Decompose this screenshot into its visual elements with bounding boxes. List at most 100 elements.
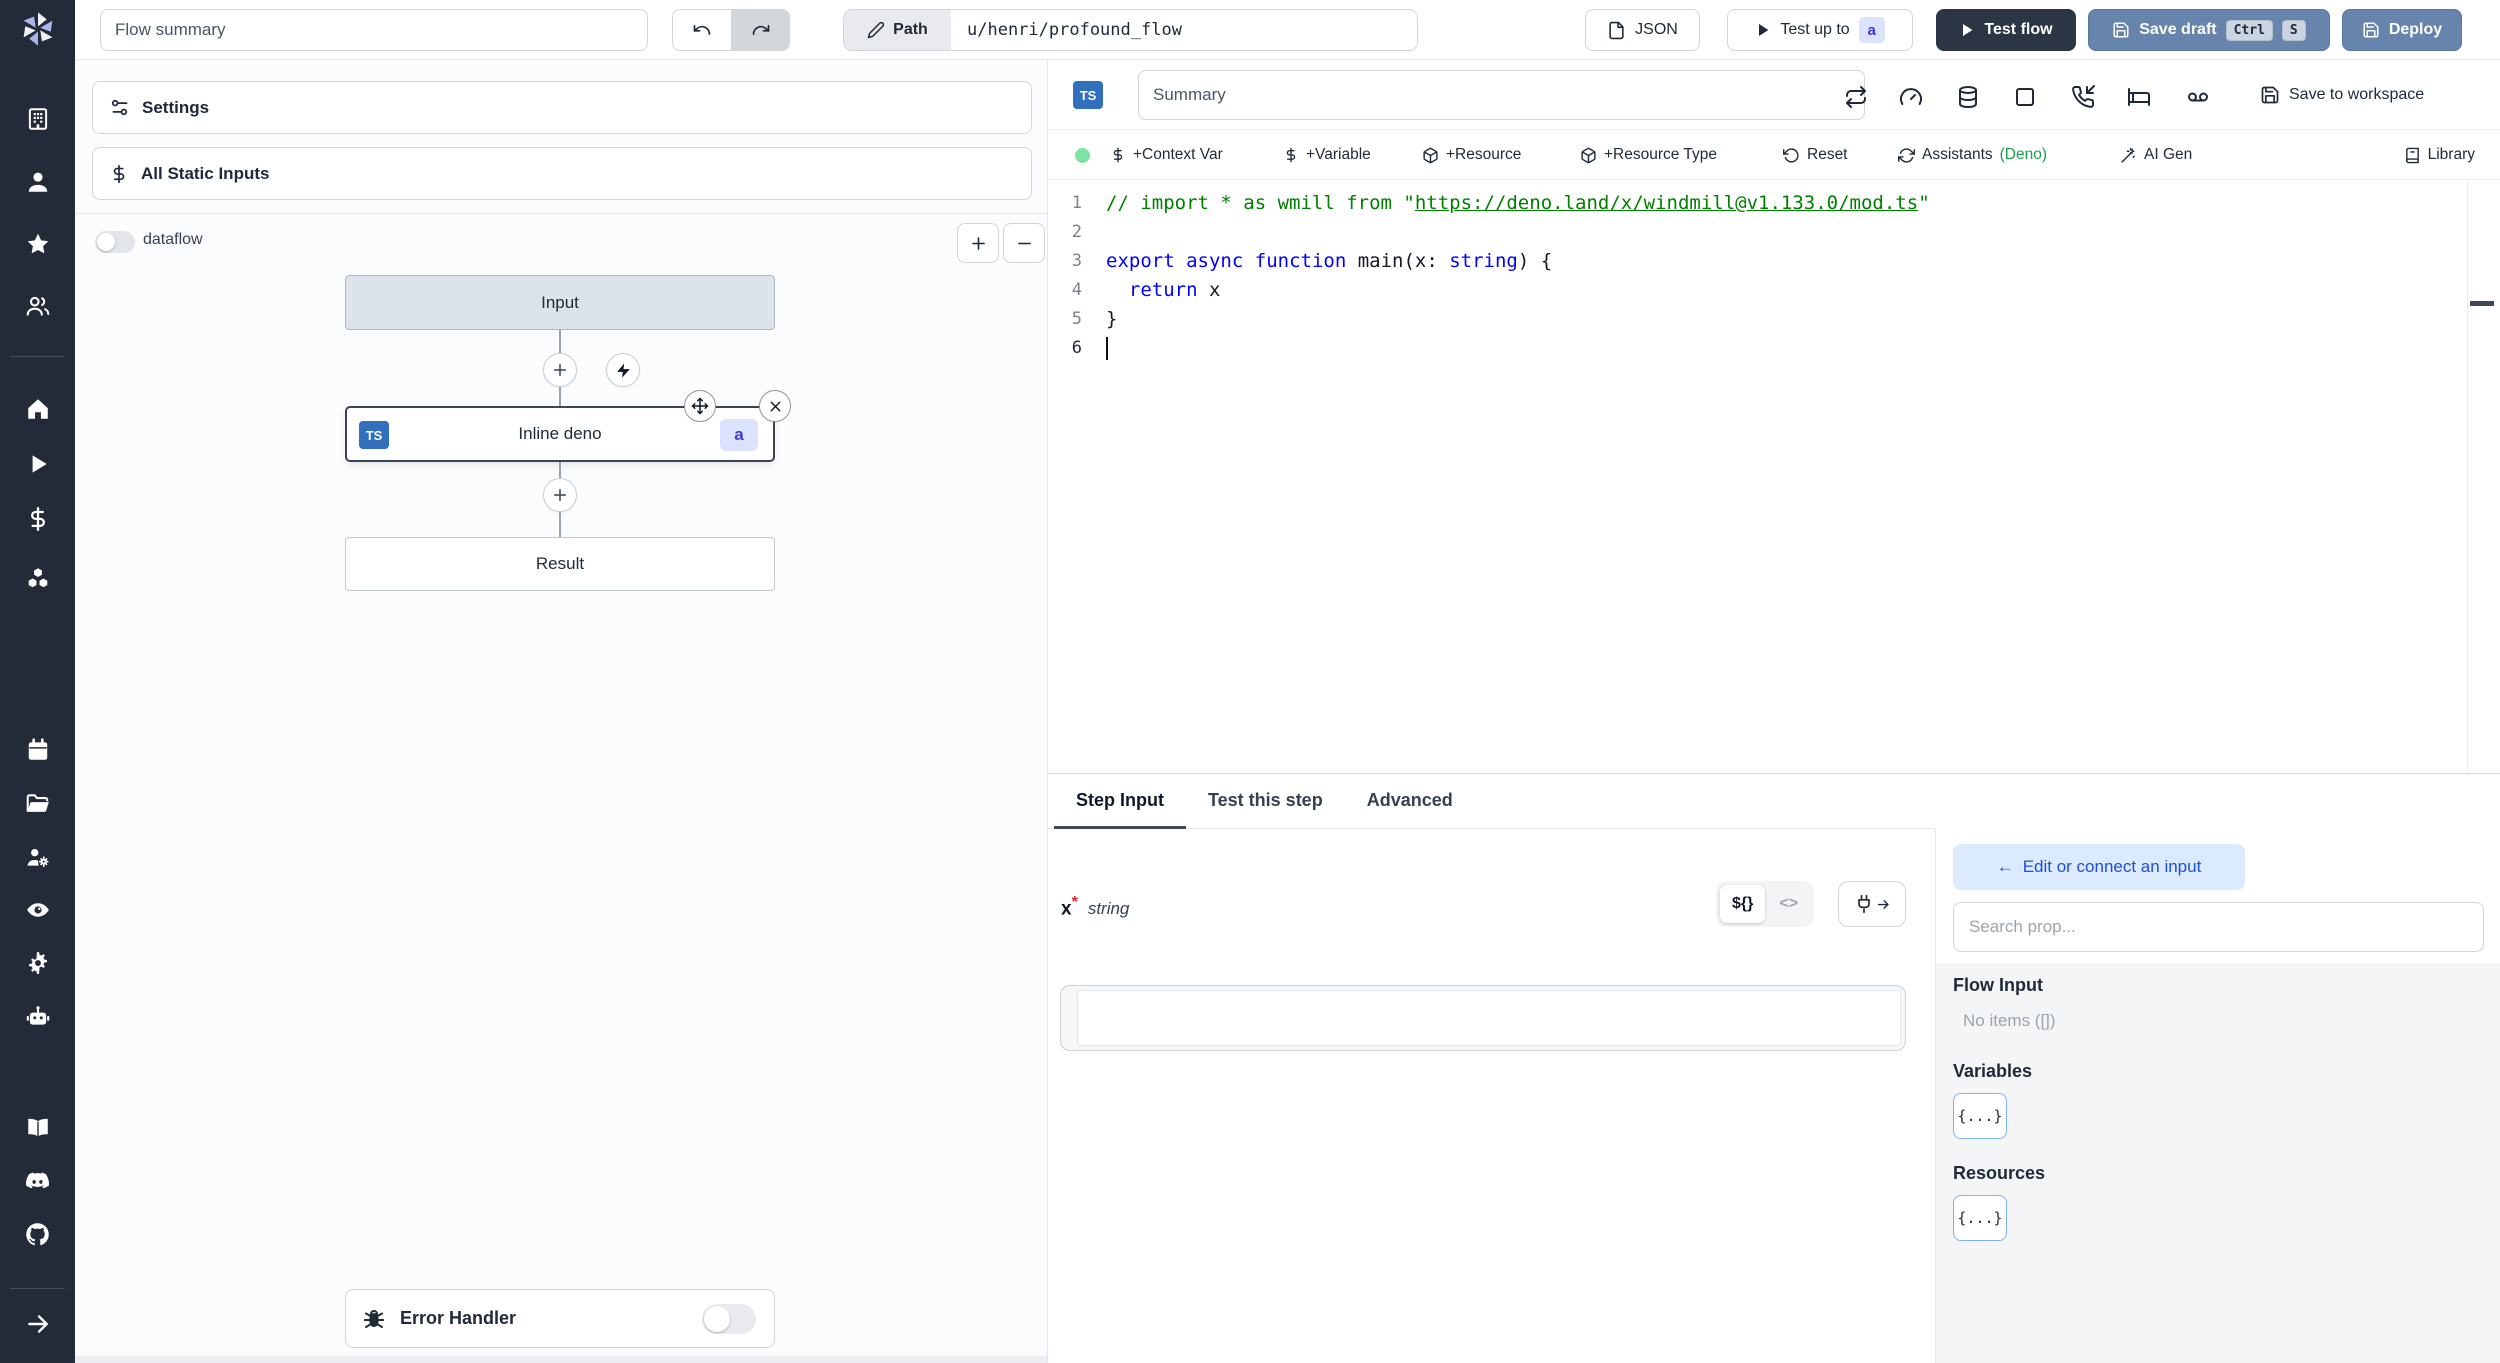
code-line[interactable]: 5}	[1048, 305, 2500, 334]
close-icon	[770, 401, 780, 411]
suspend-phone-incoming-icon[interactable]	[2071, 85, 2095, 109]
settings-gear-icon[interactable]	[24, 949, 51, 976]
resources-object-chip[interactable]: {...}	[1953, 1195, 2007, 1241]
save-draft-button[interactable]: Save draft Ctrl S	[2088, 9, 2330, 51]
kbd-ctrl: Ctrl	[2225, 19, 2273, 41]
workspace-building-icon[interactable]	[24, 105, 51, 132]
favorites-star-icon[interactable]	[24, 230, 51, 257]
library-button[interactable]: Library	[2404, 130, 2475, 180]
code-editor[interactable]: 1// import * as wmill from "https://deno…	[1048, 180, 2500, 773]
deploy-button[interactable]: Deploy	[2342, 9, 2462, 51]
concurrency-voicemail-icon[interactable]	[2186, 85, 2210, 109]
flow-input-node[interactable]: Input	[345, 275, 775, 330]
folders-icon[interactable]	[24, 790, 51, 817]
insert-step-button[interactable]	[543, 353, 577, 387]
tab-test-this-step[interactable]: Test this step	[1186, 774, 1345, 829]
mock-square-icon[interactable]	[2013, 85, 2037, 109]
insert-trigger-button[interactable]	[606, 353, 640, 387]
zoom-in-button[interactable]	[957, 223, 999, 263]
home-icon[interactable]	[24, 395, 51, 422]
json-button[interactable]: JSON	[1585, 9, 1700, 51]
user-icon[interactable]	[24, 168, 51, 195]
code-line[interactable]: 1// import * as wmill from "https://deno…	[1048, 189, 2500, 218]
groups-users-icon[interactable]	[24, 292, 51, 319]
code-line[interactable]: 2	[1048, 218, 2500, 247]
template-mode-button[interactable]: ${}	[1720, 885, 1766, 923]
back-arrow-icon: ←	[1996, 857, 2014, 876]
insert-step-button[interactable]	[543, 478, 577, 512]
step-summary-input[interactable]	[1138, 70, 1865, 120]
play-icon	[1963, 24, 1973, 36]
audit-logs-eye-icon[interactable]	[24, 896, 51, 923]
typescript-badge: TS	[1073, 81, 1103, 109]
save-to-workspace-button[interactable]: Save to workspace	[2260, 85, 2424, 105]
discord-icon[interactable]	[24, 1168, 51, 1195]
resources-section-title: Resources	[1953, 1163, 2046, 1183]
step-editor-header: TS Save	[1048, 60, 2500, 130]
sleep-bed-icon[interactable]	[2127, 85, 2151, 109]
test-flow-button[interactable]: Test flow	[1936, 9, 2076, 51]
path-label: Path	[893, 21, 928, 38]
search-prop-input[interactable]	[1953, 902, 2484, 952]
add-resource-type-button[interactable]: +Resource Type	[1580, 130, 1717, 180]
code-line[interactable]: 3 export async function main(x: string) {	[1048, 247, 2500, 276]
schedules-calendar-icon[interactable]	[24, 736, 51, 763]
all-static-inputs-button[interactable]: All Static Inputs	[92, 147, 1032, 200]
ai-gen-button[interactable]: AI Gen	[2120, 130, 2192, 180]
edit-or-connect-button[interactable]: ← Edit or connect an input	[1953, 844, 2245, 890]
move-step-button[interactable]	[684, 390, 716, 422]
connect-input-button[interactable]	[1838, 881, 1906, 927]
variables-object-chip[interactable]: {...}	[1953, 1093, 2007, 1139]
tab-advanced[interactable]: Advanced	[1345, 774, 1475, 829]
field-value-input[interactable]	[1078, 991, 1900, 1045]
field-value-container	[1060, 985, 1906, 1051]
early-stop-gauge-icon[interactable]	[1899, 85, 1923, 109]
resources-cubes-icon[interactable]	[24, 564, 51, 591]
undo-button[interactable]	[673, 10, 731, 50]
flow-edge	[559, 330, 561, 353]
editor-cursor-marker	[2470, 301, 2494, 306]
expand-sidebar-arrow-icon[interactable]	[24, 1310, 51, 1337]
zoom-out-button[interactable]	[1003, 223, 1045, 263]
ai-robot-icon[interactable]	[24, 1003, 51, 1030]
cache-database-icon[interactable]	[1956, 85, 1980, 109]
assistants-button[interactable]: Assistants (Deno)	[1898, 130, 2047, 180]
add-context-var-button[interactable]: +Context Var	[1110, 130, 1223, 180]
flow-settings-button[interactable]: Settings	[92, 81, 1032, 134]
add-resource-button[interactable]: +Resource	[1422, 130, 1521, 180]
workers-users-cog-icon[interactable]	[24, 843, 51, 870]
redo-button[interactable]	[731, 10, 789, 50]
windmill-logo-icon[interactable]	[17, 8, 59, 50]
kbd-s: S	[2281, 19, 2306, 41]
path-input[interactable]	[951, 10, 1417, 50]
add-resource-type-label: +Resource Type	[1604, 146, 1718, 163]
dataflow-toggle[interactable]	[95, 231, 135, 253]
docs-book-icon[interactable]	[24, 1114, 51, 1141]
topbar: Path JSON Test up to a Test flow Save dr…	[75, 0, 2500, 60]
github-icon[interactable]	[24, 1221, 51, 1248]
runs-play-icon[interactable]	[24, 450, 51, 477]
input-mode-toggle: ${} <>	[1716, 881, 1815, 927]
test-up-to-button[interactable]: Test up to a	[1727, 9, 1913, 51]
flow-summary-input[interactable]	[100, 9, 648, 51]
edit-path-button[interactable]: Path	[844, 10, 951, 50]
assistants-lang-label: (Deno)	[1999, 146, 2048, 163]
editor-toolbar: +Context Var +Variable +Resource +Resour…	[1048, 130, 2500, 180]
retries-repeat-icon[interactable]	[1844, 85, 1868, 109]
add-variable-button[interactable]: +Variable	[1283, 130, 1371, 180]
arrow-right-icon	[1877, 899, 1889, 909]
delete-step-button[interactable]	[759, 390, 791, 422]
error-handler-toggle[interactable]	[702, 1303, 756, 1334]
variables-dollar-icon[interactable]	[24, 505, 51, 532]
package-icon	[1423, 147, 1438, 163]
error-handler-row[interactable]: Error Handler	[345, 1289, 775, 1348]
code-mode-button[interactable]: <>	[1767, 885, 1810, 923]
flow-result-node[interactable]: Result	[345, 537, 775, 591]
book-icon	[2405, 147, 2419, 163]
code-line[interactable]: 6	[1048, 334, 2500, 363]
code-line[interactable]: 4 return x	[1048, 276, 2500, 305]
tab-step-input[interactable]: Step Input	[1054, 774, 1186, 829]
play-icon	[1759, 24, 1769, 36]
editor-overview-ruler	[2467, 180, 2468, 773]
reset-button[interactable]: Reset	[1783, 130, 1848, 180]
